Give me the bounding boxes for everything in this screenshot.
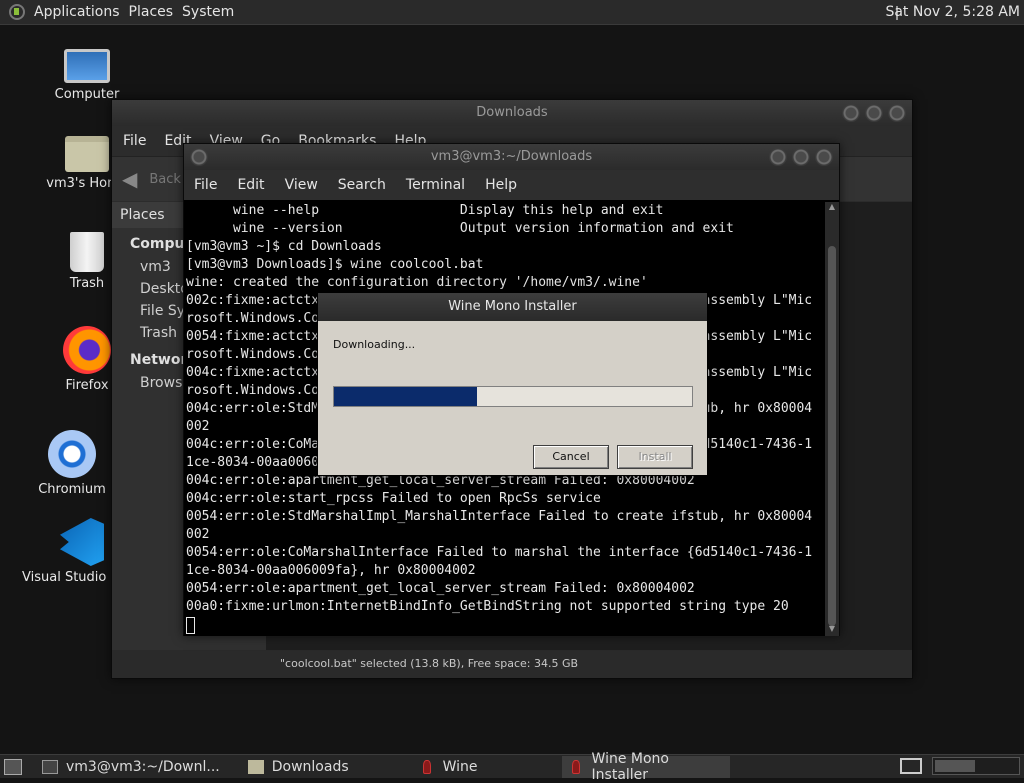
progress-fill	[334, 387, 477, 406]
menu-view[interactable]: View	[285, 177, 318, 193]
home-folder-icon	[65, 136, 109, 172]
terminal-line: 004c:err:ole:start_rpcss Failed to open …	[186, 490, 826, 508]
scrollbar-thumb[interactable]	[828, 246, 836, 626]
terminal-line: 0054:err:ole:StdMarshalImpl_MarshalInter…	[186, 508, 826, 526]
close-icon[interactable]	[888, 104, 906, 122]
vscode-icon	[60, 518, 104, 566]
menu-edit[interactable]: Edit	[237, 177, 264, 193]
terminal-line: 002	[186, 526, 826, 544]
install-button[interactable]: Install	[617, 445, 693, 469]
cancel-button[interactable]: Cancel	[533, 445, 609, 469]
distro-logo-icon[interactable]	[9, 4, 25, 20]
maximize-icon[interactable]	[792, 148, 810, 166]
system-menu[interactable]: System	[182, 4, 234, 20]
download-progress-bar	[333, 386, 693, 407]
desktop-icon-label: Firefox	[65, 378, 108, 393]
clock[interactable]: Sat Nov 2, 5:28 AM	[885, 4, 1020, 20]
desktop-icon-label: Chromium	[38, 482, 106, 497]
monitor-icon	[64, 49, 110, 83]
maximize-icon[interactable]	[865, 104, 883, 122]
trash-icon	[70, 232, 104, 272]
terminal-line: [vm3@vm3 Downloads]$ wine coolcool.bat	[186, 256, 826, 274]
file-manager-titlebar[interactable]: Downloads	[112, 100, 912, 126]
folder-icon	[248, 760, 264, 774]
terminal-icon	[42, 760, 58, 774]
top-menu: Applications Places System	[0, 4, 234, 20]
bottom-taskbar: vm3@vm3:~/Downl... Downloads Wine Wine M…	[0, 754, 1024, 778]
terminal-line: wine --help Display this help and exit	[186, 202, 826, 220]
terminal-titlebar[interactable]: vm3@vm3:~/Downloads	[184, 144, 839, 170]
desktop-icon-label: Trash	[70, 276, 104, 291]
top-panel: Applications Places System Sat Nov 2, 5:…	[0, 0, 1024, 25]
menu-file[interactable]: File	[194, 177, 217, 193]
close-icon[interactable]	[815, 148, 833, 166]
menu-terminal[interactable]: Terminal	[406, 177, 465, 193]
window-title: Downloads	[476, 105, 547, 120]
back-arrow-icon[interactable]: ◀	[122, 167, 137, 191]
back-button[interactable]: Back	[149, 172, 181, 187]
desktop-icon-label: Computer	[55, 87, 120, 102]
wine-icon	[572, 760, 580, 774]
task-downloads[interactable]: Downloads	[242, 756, 349, 778]
minimize-icon[interactable]	[769, 148, 787, 166]
minimize-icon[interactable]	[842, 104, 860, 122]
task-label: Wine	[443, 759, 478, 775]
menu-search[interactable]: Search	[338, 177, 386, 193]
terminal-line: wine --version Output version informatio…	[186, 220, 826, 238]
terminal-scrollbar[interactable]: ▲ ▼	[825, 202, 839, 636]
wine-icon	[423, 760, 431, 774]
window-title: vm3@vm3:~/Downloads	[431, 149, 592, 164]
terminal-line: 1ce-8034-00aa006009fa}, hr 0x80004002	[186, 562, 826, 580]
task-wine-mono-installer[interactable]: Wine Mono Installer	[562, 756, 730, 778]
terminal-line: wine: created the configuration director…	[186, 274, 826, 292]
terminal-line: 00a0:fixme:urlmon:InternetBindInfo_GetBi…	[186, 598, 826, 616]
task-wine[interactable]: Wine	[413, 756, 478, 778]
scroll-down-icon[interactable]: ▼	[825, 624, 839, 636]
applications-menu[interactable]: Applications	[34, 4, 120, 20]
places-menu[interactable]: Places	[129, 4, 174, 20]
status-bar: "coolcool.bat" selected (13.8 kB), Free …	[266, 650, 912, 678]
terminal-menubar: File Edit View Search Terminal Help	[184, 170, 839, 200]
terminal-line: 0054:err:ole:CoMarshalInterface Failed t…	[186, 544, 826, 562]
chromium-icon	[48, 430, 96, 478]
firefox-icon	[63, 326, 111, 374]
workspace-switcher[interactable]	[932, 757, 1020, 775]
terminal-line: [vm3@vm3 ~]$ cd Downloads	[186, 238, 826, 256]
menu-file[interactable]: File	[123, 133, 146, 149]
menu-help[interactable]: Help	[485, 177, 517, 193]
status-left	[112, 650, 266, 678]
terminal-line: 0054:err:ole:apartment_get_local_server_…	[186, 580, 826, 598]
desktop-icon-computer[interactable]: Computer	[37, 45, 137, 102]
wine-mono-installer-dialog: Wine Mono Installer Downloading... Cance…	[317, 292, 708, 476]
scroll-up-icon[interactable]: ▲	[825, 202, 839, 214]
desktop-icon-chromium[interactable]: Chromium	[22, 430, 122, 497]
download-status-label: Downloading...	[333, 338, 415, 351]
show-desktop-icon[interactable]	[4, 759, 22, 775]
task-terminal[interactable]: vm3@vm3:~/Downl...	[36, 756, 220, 778]
dialog-title[interactable]: Wine Mono Installer	[318, 293, 707, 321]
task-label: Downloads	[272, 759, 349, 775]
task-label: vm3@vm3:~/Downl...	[66, 759, 220, 775]
window-list-icon[interactable]	[900, 758, 922, 774]
terminal-cursor	[186, 617, 195, 634]
window-menu-icon[interactable]	[190, 148, 208, 166]
